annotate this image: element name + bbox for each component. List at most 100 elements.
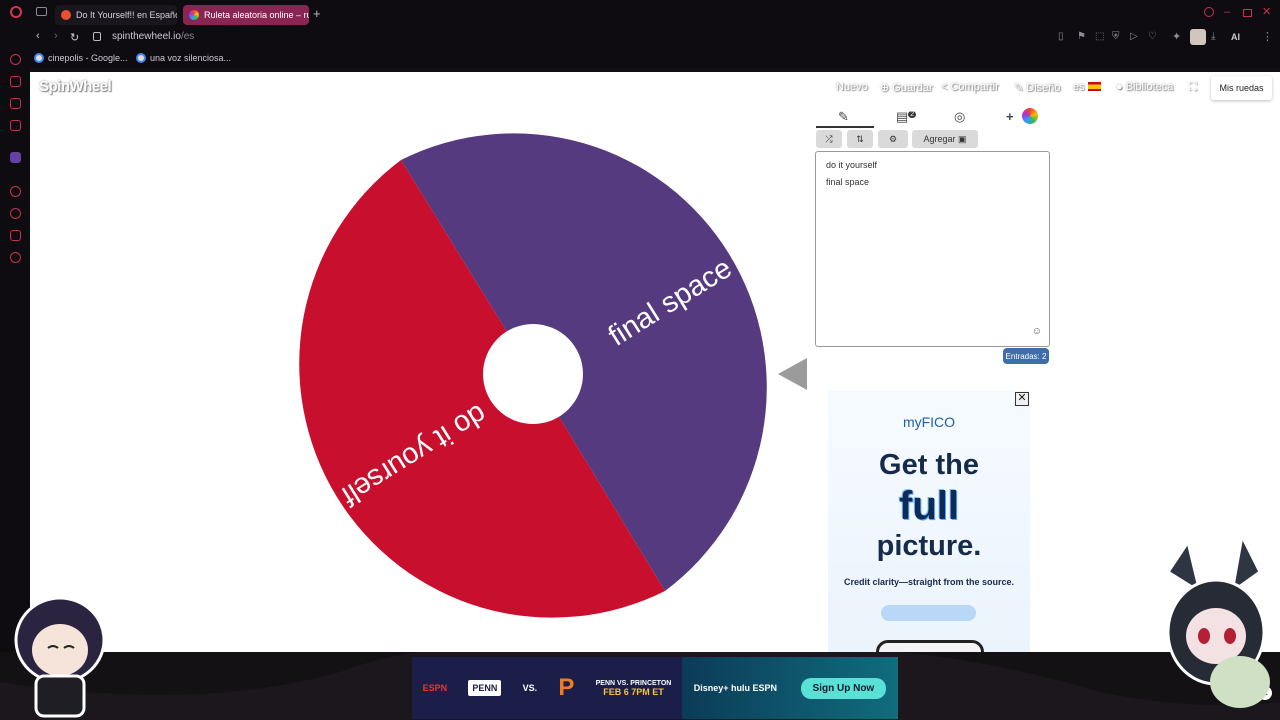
gx-control-icon[interactable] bbox=[10, 54, 21, 65]
settings-gear-icon[interactable]: ⚙ bbox=[878, 130, 908, 148]
left-mascot-sticker bbox=[14, 596, 106, 718]
tab-do-it-yourself[interactable]: Do It Yourself!! en Españo bbox=[55, 5, 177, 25]
fullscreen-icon[interactable]: ⛶ bbox=[1189, 81, 1197, 94]
player-sidebar-icon[interactable] bbox=[10, 186, 21, 197]
entries-textarea[interactable]: do it yourself final space ☺ bbox=[815, 151, 1050, 347]
add-image-label: Agregar bbox=[923, 134, 956, 144]
bookmarks-bar: cinepolis - Google... una voz silenciosa… bbox=[0, 48, 1280, 68]
vs-label: VS. bbox=[522, 683, 538, 693]
site-logo[interactable]: SpinWheel bbox=[39, 78, 112, 95]
workspace-icon[interactable] bbox=[36, 7, 47, 16]
espn-logo: ESPN bbox=[422, 683, 448, 693]
google-icon bbox=[136, 53, 146, 63]
color-palette-icon[interactable] bbox=[1022, 108, 1038, 124]
ai-button[interactable]: AI bbox=[1231, 32, 1240, 42]
active-tab-underline bbox=[816, 126, 874, 128]
right-mascot-sticker bbox=[1165, 532, 1270, 708]
ad-headline: Get the full picture. bbox=[828, 448, 1030, 564]
nav-new[interactable]: Nuevo bbox=[836, 81, 868, 93]
ad-headline-3: picture. bbox=[876, 530, 982, 562]
sidebar-toggle-icon[interactable]: ▯ bbox=[1058, 31, 1064, 42]
penn-logo: PENN bbox=[468, 680, 502, 696]
entry-count-badge: Entradas: 2 bbox=[1003, 348, 1049, 364]
ad-button[interactable] bbox=[881, 605, 976, 621]
entry-line: do it yourself bbox=[826, 160, 878, 170]
disney-bundle-ad: Disney+ hulu ESPN Sign Up Now bbox=[682, 657, 898, 719]
sort-icon[interactable]: ⇅ bbox=[847, 130, 873, 148]
tab-title: Do It Yourself!! en Españo bbox=[76, 10, 177, 20]
wheel-pointer bbox=[778, 358, 807, 390]
hide-eye-icon[interactable]: ◎ bbox=[954, 109, 965, 125]
clipboard-icon[interactable]: ▤ 2 bbox=[896, 109, 917, 125]
url-host: spinthewheel.io bbox=[112, 31, 181, 42]
game-info: PENN VS. PRINCETON FEB 6 7PM ET bbox=[596, 680, 672, 697]
snapshot-icon[interactable]: ⬚ bbox=[1095, 31, 1104, 42]
forward-icon[interactable]: › bbox=[54, 30, 58, 42]
minimize-icon[interactable]: – bbox=[1224, 6, 1230, 18]
wheel-svg: final space do it yourself bbox=[299, 133, 767, 618]
google-icon bbox=[34, 53, 44, 63]
shield-icon[interactable]: ⛨ bbox=[1112, 31, 1120, 42]
tab-ruleta-aleatoria[interactable]: Ruleta aleatoria online – ru bbox=[183, 5, 309, 25]
game-date: FEB 6 7PM ET bbox=[603, 686, 664, 697]
bookmark-label: cinepolis - Google... bbox=[48, 53, 128, 63]
nav-save-label: Guardar bbox=[892, 82, 933, 94]
tracker-icon[interactable] bbox=[10, 98, 21, 109]
player-icon[interactable]: ▷ bbox=[1130, 31, 1138, 42]
tab-title: Ruleta aleatoria online – ru bbox=[204, 10, 309, 20]
bookmark-una-voz[interactable]: una voz silenciosa... bbox=[136, 53, 231, 63]
editor-tabs: ✎ ▤ 2 ◎ + bbox=[816, 106, 1050, 128]
settings-icon[interactable] bbox=[10, 252, 21, 263]
messenger-icon[interactable] bbox=[10, 120, 21, 131]
nav-language-label: es bbox=[1073, 81, 1085, 93]
extensions-sidebar-icon[interactable] bbox=[10, 230, 21, 241]
nav-share[interactable]: < Compartir bbox=[941, 81, 999, 93]
gx-corner-icon[interactable] bbox=[10, 76, 21, 87]
nav-design[interactable]: ✎ Diseño bbox=[1014, 81, 1061, 94]
nav-save[interactable]: ⊕ Guardar bbox=[880, 81, 933, 94]
twitch-icon[interactable] bbox=[10, 152, 21, 163]
edit-pencil-icon[interactable]: ✎ bbox=[838, 109, 849, 125]
address-bar: ‹ › ↻ spinthewheel.io/es ▯ ⚑ ⬚ ⛨ ▷ ♡ ✦ ⤓… bbox=[0, 28, 1280, 48]
bookmark-cinepolis[interactable]: cinepolis - Google... bbox=[34, 53, 128, 63]
lock-icon bbox=[93, 32, 101, 41]
extensions-icon[interactable]: ✦ bbox=[1172, 30, 1181, 43]
profile-avatar[interactable] bbox=[1190, 29, 1206, 45]
download-icon[interactable]: ⤓ bbox=[1211, 31, 1215, 42]
entry-line: final space bbox=[826, 177, 870, 187]
ad-subtext: Credit clarity—straight from the source. bbox=[843, 577, 1015, 587]
add-wheel-icon[interactable]: + bbox=[1006, 109, 1014, 124]
nav-library[interactable]: ● Biblioteca bbox=[1116, 81, 1173, 93]
url-path: /es bbox=[180, 31, 195, 42]
nav-language[interactable]: es bbox=[1073, 81, 1101, 93]
tab-favicon-icon bbox=[189, 10, 199, 20]
shuffle-icon[interactable]: ⤮ bbox=[816, 130, 842, 148]
emoji-icon[interactable]: ☺ bbox=[1032, 326, 1042, 337]
bundle-brands: Disney+ hulu ESPN bbox=[693, 683, 778, 693]
search-icon[interactable] bbox=[1204, 7, 1214, 17]
back-icon[interactable]: ‹ bbox=[36, 30, 40, 42]
sign-up-button[interactable]: Sign Up Now bbox=[800, 677, 887, 699]
tab-strip: Do It Yourself!! en Españo Ruleta aleato… bbox=[0, 0, 1280, 28]
add-image-button[interactable]: Agregar ▣ bbox=[912, 130, 978, 148]
history-icon[interactable] bbox=[10, 208, 21, 219]
wheel-hub bbox=[483, 324, 583, 424]
maximize-icon[interactable] bbox=[1243, 9, 1252, 17]
hidden-count-badge: 2 bbox=[908, 110, 917, 118]
tab-favicon-icon bbox=[61, 10, 71, 20]
bookmark-icon[interactable]: ⚑ bbox=[1077, 31, 1086, 42]
menu-icon[interactable]: ⋮ bbox=[1262, 30, 1273, 43]
spin-wheel[interactable]: final space do it yourself bbox=[280, 120, 786, 628]
bottom-advertisement[interactable]: ESPN PENN VS. P PENN VS. PRINCETON FEB 6… bbox=[412, 657, 898, 719]
reload-icon[interactable]: ↻ bbox=[70, 31, 79, 44]
url-field[interactable]: spinthewheel.io/es bbox=[112, 31, 194, 42]
my-wheels-button[interactable]: Mis ruedas bbox=[1211, 76, 1272, 100]
close-window-icon[interactable]: ✕ bbox=[1262, 5, 1271, 18]
heart-icon[interactable]: ♡ bbox=[1148, 31, 1157, 42]
ad-close-button[interactable]: ✕ bbox=[1015, 392, 1029, 406]
nav-design-label: Diseño bbox=[1026, 82, 1061, 94]
opera-gx-logo-icon[interactable] bbox=[10, 6, 22, 18]
princeton-logo: P bbox=[558, 674, 575, 701]
new-tab-icon[interactable]: + bbox=[313, 6, 321, 21]
browser-window: Do It Yourself!! en Españo Ruleta aleato… bbox=[0, 0, 1280, 720]
